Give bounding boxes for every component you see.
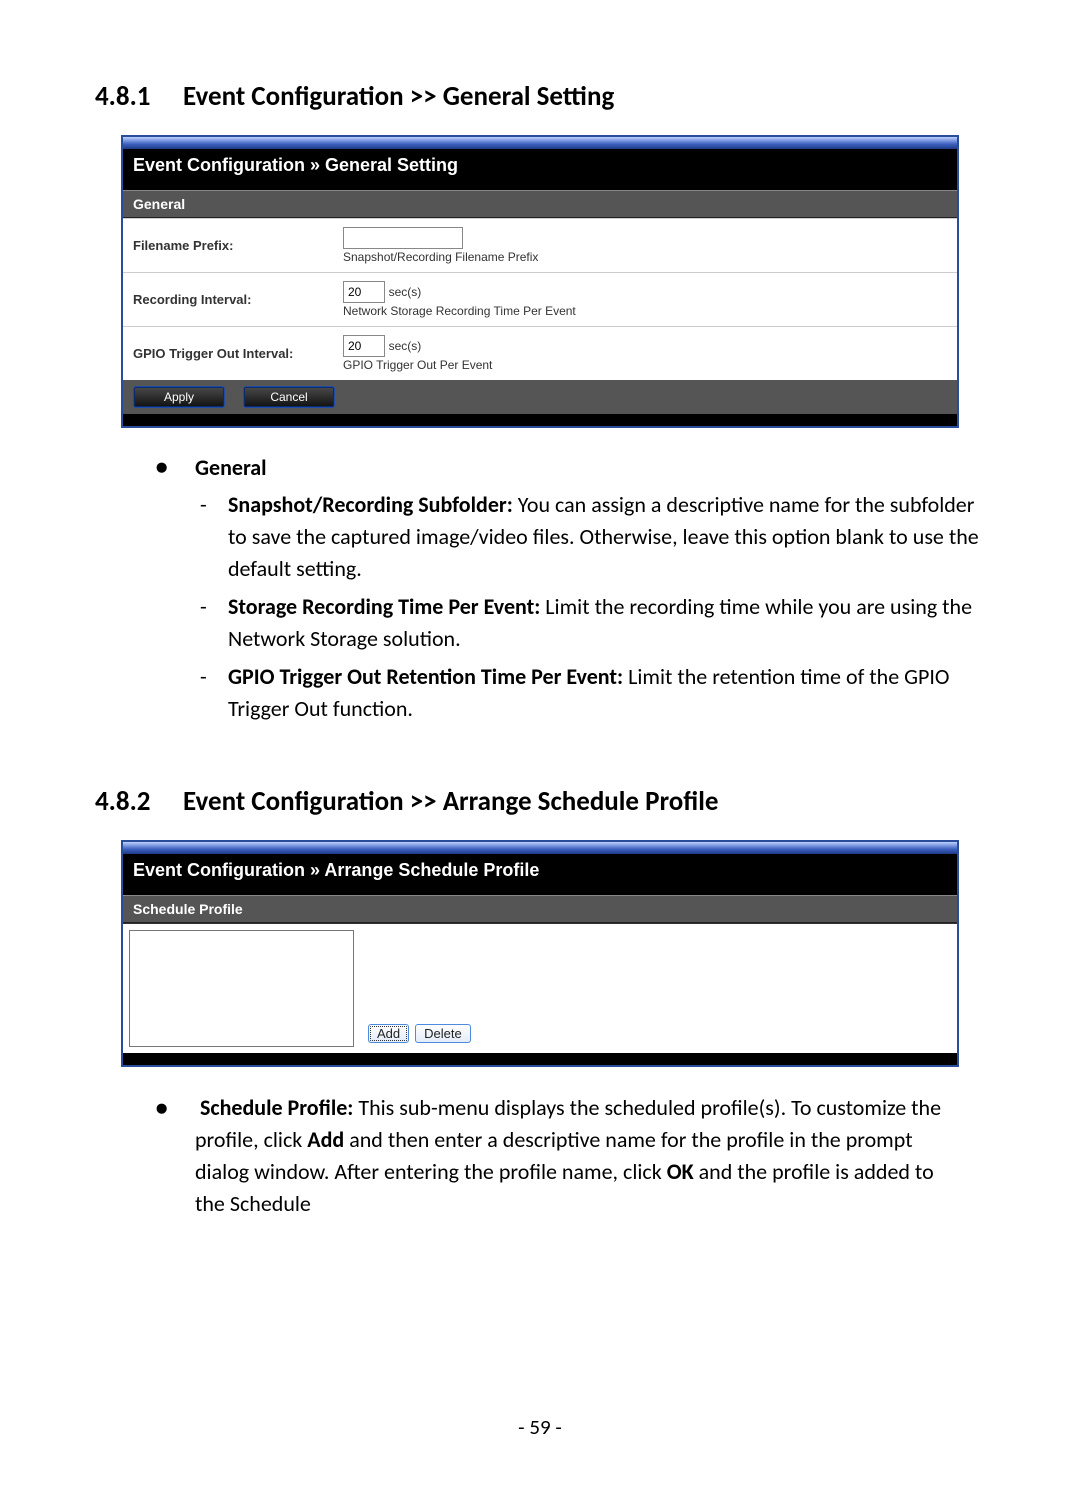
bold-gpio: GPIO Trigger Out Retention Time Per Even… [228, 663, 623, 690]
section-title: Event Configuration >> General Setting [183, 80, 614, 113]
panel-button-row: Apply Cancel [123, 380, 957, 414]
dash-item-gpio: - GPIO Trigger Out Retention Time Per Ev… [200, 661, 985, 725]
bold-schedule-profile: Schedule Profile: [200, 1094, 353, 1121]
page-number: - 59 - [0, 1414, 1080, 1440]
schedule-profile-listbox[interactable] [129, 930, 354, 1047]
filename-prefix-input[interactable] [343, 227, 463, 249]
section-heading-481: 4.8.1 Event Configuration >> General Set… [95, 80, 985, 113]
section-title: Event Configuration >> Arrange Schedule … [183, 785, 718, 818]
bullet-icon: ● [155, 1092, 195, 1124]
bold-storage: Storage Recording Time Per Event: [228, 593, 540, 620]
section-number: 4.8.2 [95, 785, 183, 818]
panel-bottom-strip [123, 1053, 957, 1065]
hint-gpio-interval: GPIO Trigger Out Per Event [343, 358, 492, 372]
gpio-interval-input[interactable] [343, 335, 385, 357]
window-titlebar [123, 137, 957, 149]
apply-button[interactable]: Apply [133, 386, 225, 408]
window-titlebar [123, 842, 957, 854]
add-button[interactable]: Add [368, 1024, 409, 1043]
unit-gpio-interval: sec(s) [389, 339, 422, 353]
dash-icon: - [200, 591, 228, 655]
row-filename-prefix: Filename Prefix: Snapshot/Recording File… [123, 219, 957, 273]
row-gpio-interval: GPIO Trigger Out Interval: sec(s) GPIO T… [123, 327, 957, 381]
bullet-general: General [195, 453, 267, 483]
delete-button[interactable]: Delete [415, 1024, 471, 1043]
bold-add: Add [307, 1126, 344, 1153]
section-heading-482: 4.8.2 Event Configuration >> Arrange Sch… [95, 785, 985, 818]
label-gpio-interval: GPIO Trigger Out Interval: [123, 327, 333, 381]
panel-band-general: General [123, 190, 957, 218]
panel-bottom-strip [123, 414, 957, 426]
recording-interval-input[interactable] [343, 281, 385, 303]
dash-icon: - [200, 661, 228, 725]
bold-ok: OK [667, 1158, 694, 1185]
dash-item-storage: - Storage Recording Time Per Event: Limi… [200, 591, 985, 655]
schedule-paragraph: ● Schedule Profile: This sub-menu displa… [195, 1092, 945, 1220]
panel-breadcrumb: Event Configuration » Arrange Schedule P… [123, 854, 957, 895]
dash-item-subfolder: - Snapshot/Recording Subfolder: You can … [200, 489, 985, 585]
row-recording-interval: Recording Interval: sec(s) Network Stora… [123, 273, 957, 327]
hint-recording-interval: Network Storage Recording Time Per Event [343, 304, 576, 318]
panel-band-schedule: Schedule Profile [123, 895, 957, 923]
hint-filename-prefix: Snapshot/Recording Filename Prefix [343, 250, 538, 264]
schedule-profile-panel: Event Configuration » Arrange Schedule P… [121, 840, 959, 1067]
dash-icon: - [200, 489, 228, 585]
unit-recording-interval: sec(s) [389, 285, 422, 299]
label-recording-interval: Recording Interval: [123, 273, 333, 327]
section-number: 4.8.1 [95, 80, 183, 113]
label-filename-prefix: Filename Prefix: [123, 219, 333, 273]
bold-subfolder: Snapshot/Recording Subfolder: [228, 491, 513, 518]
cancel-button[interactable]: Cancel [243, 386, 335, 408]
bullet-icon: ● [155, 453, 195, 483]
panel-breadcrumb: Event Configuration » General Setting [123, 149, 957, 190]
general-setting-panel: Event Configuration » General Setting Ge… [121, 135, 959, 428]
